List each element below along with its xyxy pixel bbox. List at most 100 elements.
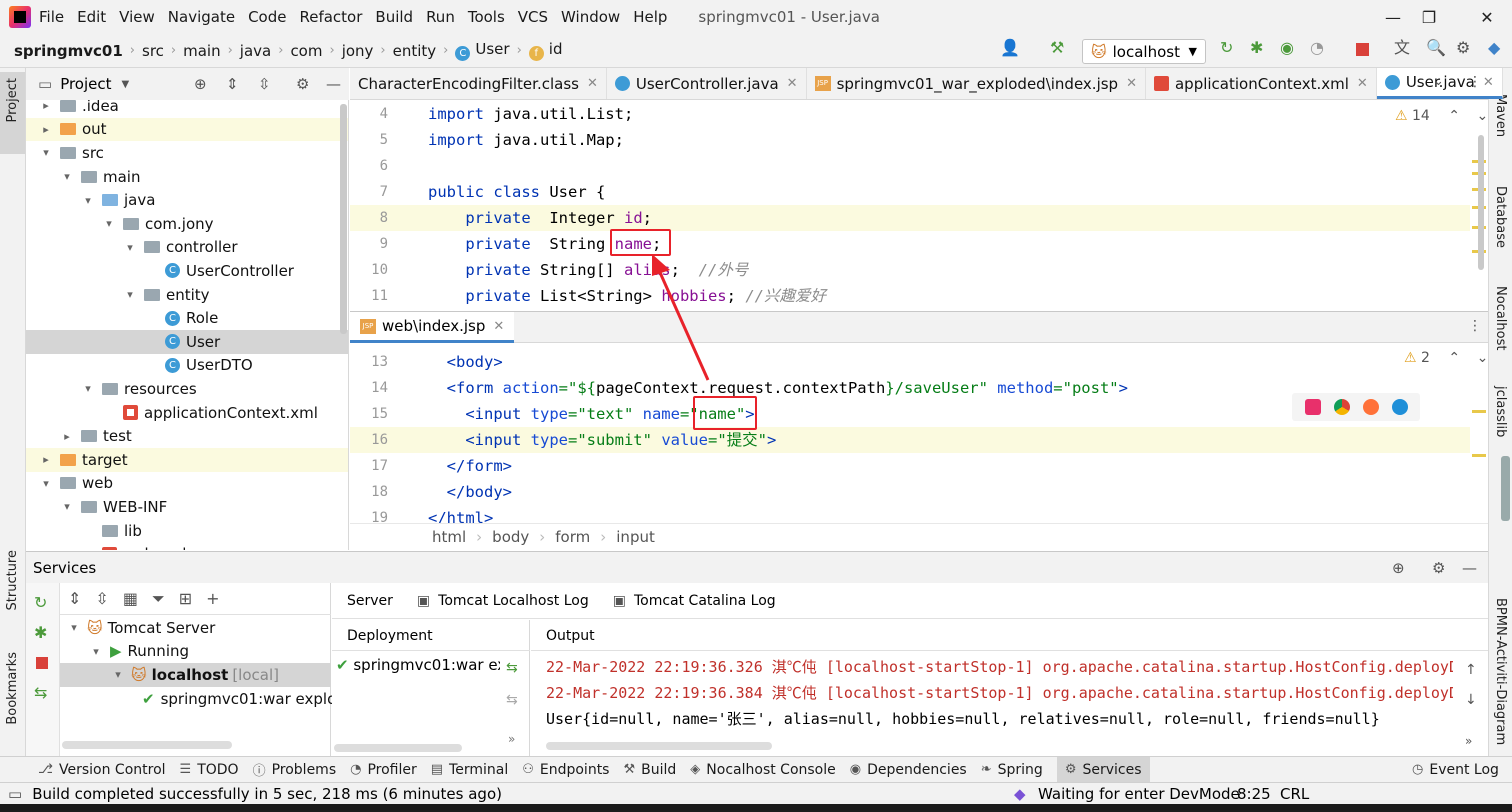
- run-config-select[interactable]: 🐱 localhost ▼: [1082, 39, 1206, 64]
- collapse-all-icon[interactable]: ⇳: [258, 75, 271, 93]
- debug-icon[interactable]: ✱: [1250, 40, 1263, 56]
- tree-item[interactable]: C User: [26, 330, 348, 354]
- locate-icon[interactable]: ⊕: [1392, 559, 1405, 577]
- caret-position[interactable]: 8:25: [1237, 785, 1271, 803]
- chevron-down-icon[interactable]: ▾: [59, 170, 75, 183]
- redeploy-icon[interactable]: ⇆: [506, 660, 518, 676]
- scroll-up-icon[interactable]: ↑: [1465, 662, 1477, 678]
- chevron-down-icon[interactable]: ▾: [122, 241, 138, 254]
- tree-item[interactable]: ▾ WEB-INF: [26, 495, 348, 519]
- services-tab-2[interactable]: ▣ Tomcat Catalina Log: [613, 593, 776, 609]
- stripe-project[interactable]: Project: [5, 78, 20, 122]
- menu-build[interactable]: Build: [375, 8, 413, 26]
- tab-list-chevron-icon[interactable]: ⌄: [1433, 74, 1444, 89]
- editor-crumb-input[interactable]: input: [616, 528, 655, 546]
- close-tab-icon[interactable]: ✕: [787, 76, 798, 91]
- close-tab-icon[interactable]: ✕: [1357, 76, 1368, 91]
- hide-panel-icon[interactable]: —: [1462, 559, 1477, 577]
- tree-item[interactable]: web.xml: [26, 542, 348, 550]
- close-tab-icon[interactable]: ✕: [493, 319, 504, 334]
- locate-icon[interactable]: ⊕: [194, 75, 207, 93]
- tree-item[interactable]: ▸ test: [26, 424, 348, 448]
- rerun-icon[interactable]: ↻: [34, 593, 47, 612]
- gear-icon[interactable]: ⚙: [296, 75, 309, 93]
- plugin-icon[interactable]: ◆: [1488, 40, 1500, 56]
- services-tab-1[interactable]: ▣ Tomcat Localhost Log: [417, 593, 589, 609]
- crumb-0[interactable]: springmvc01: [14, 42, 123, 60]
- rerun-icon[interactable]: ↻: [1220, 40, 1233, 56]
- menu-window[interactable]: Window: [561, 8, 620, 26]
- chevron-down-icon[interactable]: ▾: [110, 668, 126, 681]
- crumb-6[interactable]: entity: [393, 42, 437, 60]
- deploy-icon[interactable]: ⇆: [34, 683, 47, 702]
- stripe-nocalhost[interactable]: Nocalhost: [1493, 286, 1508, 350]
- tree-item[interactable]: ▸ target: [26, 448, 348, 472]
- chevron-right-icon[interactable]: ▸: [59, 430, 75, 443]
- tree-item[interactable]: ▾ entity: [26, 283, 348, 307]
- chevron-down-icon[interactable]: ▼: [122, 79, 130, 90]
- filter-icon[interactable]: ⏷: [152, 589, 165, 609]
- crumb-3[interactable]: java: [240, 42, 271, 60]
- build-hammer-icon[interactable]: ⚒: [1050, 40, 1064, 56]
- chevron-down-icon[interactable]: ⌄: [1476, 108, 1488, 124]
- menu-help[interactable]: Help: [633, 8, 667, 26]
- chevron-down-icon[interactable]: ▾: [80, 194, 96, 207]
- stop-icon[interactable]: [36, 657, 48, 669]
- user-icon[interactable]: 👤: [1000, 40, 1020, 56]
- editor-tab-1[interactable]: UserController.java ✕: [607, 68, 807, 99]
- stop-icon[interactable]: [1356, 43, 1369, 56]
- toolwindow-todo[interactable]: ☰ TODO: [180, 762, 239, 778]
- chevron-down-icon[interactable]: ▾: [88, 645, 104, 658]
- more-icon[interactable]: ⋮: [1468, 74, 1482, 90]
- editor-tab-2[interactable]: JSP springmvc01_war_exploded\index.jsp ✕: [807, 68, 1146, 99]
- tree-item[interactable]: ▸ .idea: [26, 100, 348, 118]
- tree-item[interactable]: C UserDTO: [26, 354, 348, 378]
- chevron-down-icon[interactable]: ▾: [122, 288, 138, 301]
- crumb-8[interactable]: f id: [528, 40, 562, 61]
- gear-icon[interactable]: ⚙: [1432, 559, 1445, 577]
- debug-icon[interactable]: ✱: [34, 623, 47, 642]
- expand-all-icon[interactable]: ⇕: [226, 75, 239, 93]
- tree-item[interactable]: ▾ com.jony: [26, 212, 348, 236]
- deployment-item[interactable]: ✔ springmvc01:war exploded: [336, 656, 500, 674]
- tree-item[interactable]: C Role: [26, 306, 348, 330]
- services-tab-0[interactable]: Server: [347, 593, 393, 609]
- crumb-2[interactable]: main: [183, 42, 220, 60]
- crumb-7[interactable]: C User: [455, 40, 510, 61]
- scroll-down-icon[interactable]: ↓: [1465, 692, 1477, 708]
- tree-item[interactable]: ▾ controller: [26, 236, 348, 260]
- tree-item[interactable]: lib: [26, 519, 348, 543]
- stripe-bpmn[interactable]: BPMN-Activiti-Diagram: [1493, 598, 1508, 745]
- editor-crumb-body[interactable]: body: [492, 528, 529, 546]
- profile-icon[interactable]: ◔: [1310, 40, 1324, 56]
- menu-run[interactable]: Run: [426, 8, 455, 26]
- close-tab-icon[interactable]: ✕: [1483, 75, 1494, 90]
- chevron-down-icon[interactable]: ▾: [101, 217, 117, 230]
- close-tab-icon[interactable]: ✕: [1126, 76, 1137, 91]
- stripe-jclasslib[interactable]: jclasslib: [1493, 386, 1508, 437]
- crumb-1[interactable]: src: [142, 42, 164, 60]
- search-icon[interactable]: 🔍: [1426, 40, 1446, 56]
- stripe-bookmarks[interactable]: Bookmarks: [5, 652, 20, 725]
- tree-item[interactable]: ▾ main: [26, 165, 348, 189]
- tree-item[interactable]: C UserController: [26, 259, 348, 283]
- toolwindow-terminal[interactable]: ▤ Terminal: [431, 762, 508, 778]
- edge-icon[interactable]: [1391, 399, 1408, 415]
- editor-index-jsp[interactable]: 13 <body> 14 <form action="${pageContext.…: [350, 343, 1488, 523]
- line-separator[interactable]: CRLF: [1280, 785, 1310, 803]
- chevron-up-icon[interactable]: ⌃: [1448, 350, 1460, 366]
- toolwindow-spring[interactable]: ❧ Spring: [981, 762, 1043, 778]
- editor-crumb-form[interactable]: form: [555, 528, 590, 546]
- service-node[interactable]: ✔ springmvc01:war exploded: [60, 687, 365, 711]
- tree-item[interactable]: ▾ resources: [26, 377, 348, 401]
- toolwindow-endpoints[interactable]: ⚇ Endpoints: [522, 762, 609, 778]
- chevron-down-icon[interactable]: ▾: [59, 500, 75, 513]
- tree-item[interactable]: ▸ out: [26, 117, 348, 142]
- menu-file[interactable]: File: [39, 8, 64, 26]
- project-title[interactable]: Project: [60, 75, 111, 93]
- menu-view[interactable]: View: [119, 8, 155, 26]
- firefox-icon[interactable]: [1362, 399, 1379, 415]
- translate-icon[interactable]: 文: [1394, 40, 1410, 56]
- expand-all-icon[interactable]: ⇕: [68, 589, 81, 608]
- gear-icon[interactable]: ⚙: [1456, 40, 1470, 56]
